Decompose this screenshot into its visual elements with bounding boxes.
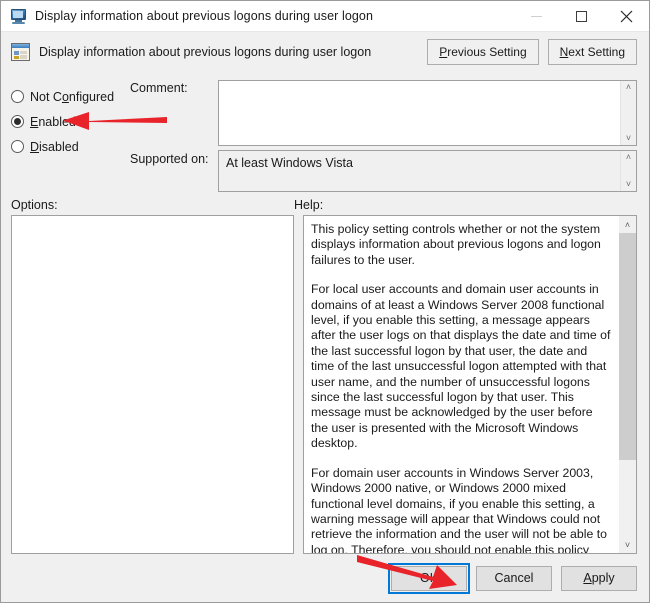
help-paragraph: For domain user accounts in Windows Serv… [311,465,607,553]
policy-setting-icon [11,43,30,61]
help-scrollbar-thumb[interactable] [619,233,636,461]
help-scrollbar[interactable]: ˄ ˅ [619,216,636,553]
comment-textarea[interactable]: ˄ ˅ [218,80,637,146]
window-title: Display information about previous logon… [35,9,374,23]
supported-on-field: At least Windows Vista ˄ ˅ [218,150,637,192]
comment-label: Comment: [130,81,188,95]
comment-value[interactable] [219,81,620,145]
scroll-down-icon[interactable]: ˅ [626,180,631,189]
label-post: isabled [39,139,79,154]
scroll-down-icon[interactable]: ˅ [626,134,631,143]
maximize-button[interactable] [559,1,604,31]
comment-row: Comment: ˄ ˅ [130,80,637,146]
radio-enabled-mark [11,115,24,128]
window-controls [514,1,649,31]
panels-section: This policy setting controls whether or … [1,215,649,554]
help-label: Help: [294,198,324,212]
radio-not-configured-mark [11,90,24,103]
help-panel: This policy setting controls whether or … [303,215,637,554]
apply-label: pply [591,571,615,585]
options-label: Options: [11,198,58,212]
supported-on-value: At least Windows Vista [226,156,353,170]
comment-scrollbar[interactable]: ˄ ˅ [620,81,636,145]
policy-name: Display information about previous logon… [39,45,372,59]
cancel-button[interactable]: Cancel [476,565,552,591]
label-accel: D [30,139,40,154]
apply-accel: A [583,571,592,585]
radio-disabled-label: Disabled [30,140,79,154]
panel-gap [294,215,303,554]
radio-disabled-mark [11,140,24,153]
panel-labels-row: Options: Help: [1,194,649,215]
next-setting-label: ext Setting [568,45,625,59]
minimize-button[interactable] [514,1,559,31]
state-radio-group: Not Configured Enabled Disabled [11,80,119,194]
upper-section: Not Configured Enabled Disabled Comment:… [1,72,649,194]
label-post: nfigured [68,89,115,104]
scroll-up-icon[interactable]: ˄ [619,216,636,233]
minimize-icon [531,15,542,17]
supported-on-row: Supported on: At least Windows Vista ˄ ˅ [130,146,637,192]
group-policy-setting-dialog: Display information about previous logon… [0,0,650,603]
maximize-icon [576,10,587,22]
help-text: This policy setting controls whether or … [304,216,619,553]
apply-button[interactable]: Apply [561,565,637,591]
scroll-up-icon[interactable]: ˄ [626,153,631,162]
scroll-up-icon[interactable]: ˄ [626,83,631,92]
radio-enabled[interactable]: Enabled [11,109,119,134]
footer-buttons: OK Cancel Apply [1,554,649,602]
supported-on-scrollbar[interactable]: ˄ ˅ [620,151,636,191]
radio-disabled[interactable]: Disabled [11,134,119,159]
close-button[interactable] [604,1,649,31]
help-paragraph: For local user accounts and domain user … [311,282,611,451]
label-accel: o [61,89,69,104]
computer-monitor-icon [10,7,28,25]
radio-enabled-label: Enabled [30,115,76,129]
previous-setting-label: revious Setting [447,45,527,59]
close-icon [620,10,633,22]
title-bar: Display information about previous logon… [1,1,649,32]
label-pre: Not C [30,89,62,104]
help-paragraph: This policy setting controls whether or … [311,222,601,267]
previous-setting-button[interactable]: Previous Setting [427,39,539,65]
next-setting-accel: N [559,45,569,59]
next-setting-button[interactable]: Next Setting [547,39,637,65]
scroll-down-icon[interactable]: ˅ [619,536,636,553]
policy-header: Display information about previous logon… [1,32,649,72]
label-post: nabled [38,114,76,129]
radio-not-configured[interactable]: Not Configured [11,84,119,109]
options-panel[interactable] [11,215,294,554]
ok-button[interactable]: OK [388,562,470,594]
supported-on-label: Supported on: [130,152,209,166]
help-scrollbar-track[interactable] [619,233,636,536]
radio-not-configured-label: Not Configured [30,90,114,104]
fields-column: Comment: ˄ ˅ Supported on: At least Wind… [119,80,637,194]
